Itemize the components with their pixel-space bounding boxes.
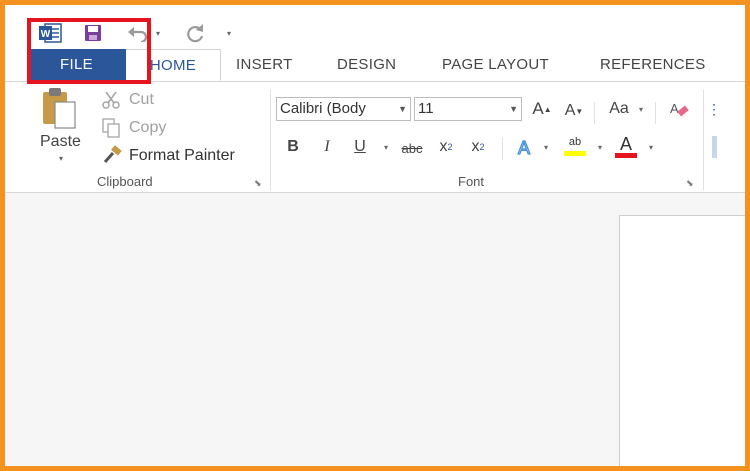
word-logo-icon[interactable]: W (37, 23, 63, 43)
grow-font-icon[interactable]: A ▲ (531, 97, 553, 121)
document-page[interactable] (619, 215, 745, 466)
clipboard-group-label: Clipboard (97, 174, 153, 189)
group-separator (703, 90, 704, 190)
font-color-dropdown-icon[interactable]: ▾ (646, 140, 656, 154)
save-icon[interactable] (82, 23, 104, 43)
chevron-down-icon[interactable]: ▼ (398, 98, 407, 120)
paste-dropdown-icon[interactable]: ▾ (59, 154, 63, 163)
change-case-button[interactable]: Aa (605, 97, 633, 121)
paste-icon[interactable] (39, 86, 79, 130)
font-size-value: 11 (418, 100, 434, 117)
font-name-value: Calibri (Body (280, 100, 366, 117)
font-color-letter: A (619, 133, 632, 154)
toolbar-separator (502, 138, 503, 160)
toolbar-separator (655, 102, 656, 124)
svg-text:A: A (518, 138, 530, 158)
word-window: W ▾ ▾ HOME FILE INSERT DESIGN PAGE LAYOU… (5, 5, 745, 466)
bold-button[interactable]: B (284, 136, 302, 158)
italic-button[interactable]: I (318, 136, 336, 158)
cut-icon[interactable] (100, 90, 122, 110)
format-painter-icon[interactable] (100, 145, 124, 165)
text-effects-icon[interactable]: A (514, 134, 538, 160)
undo-dropdown-icon[interactable]: ▾ (153, 23, 163, 43)
tab-insert[interactable]: INSERT (236, 49, 293, 81)
superscript-label: x (471, 138, 480, 155)
document-area[interactable] (5, 193, 745, 466)
superscript-button[interactable]: x2 (467, 136, 489, 158)
quick-access-toolbar: W ▾ ▾ (5, 11, 745, 45)
cut-button[interactable]: Cut (129, 91, 154, 109)
font-size-combo[interactable]: 11 ▼ (414, 97, 522, 121)
svg-text:W: W (41, 29, 51, 40)
font-launcher-icon[interactable]: ⬊ (686, 178, 694, 189)
copy-icon[interactable] (100, 118, 122, 138)
font-group-label: Font (458, 174, 485, 189)
tab-references[interactable]: REFERENCES (600, 49, 706, 81)
paragraph-group-edge (712, 136, 717, 158)
undo-icon[interactable] (125, 23, 151, 43)
underline-button[interactable]: U (351, 136, 369, 158)
font-color-swatch (615, 152, 637, 158)
clear-formatting-icon[interactable]: A (667, 98, 691, 120)
group-separator (270, 90, 271, 190)
copy-button[interactable]: Copy (129, 119, 166, 137)
font-name-combo[interactable]: Calibri (Body ▼ (276, 97, 411, 121)
tab-design[interactable]: DESIGN (337, 49, 396, 81)
clipboard-launcher-icon[interactable]: ⬊ (254, 178, 262, 189)
customize-qat-icon[interactable]: ▾ (224, 23, 234, 43)
toolbar-separator (594, 102, 595, 124)
highlight-dropdown-icon[interactable]: ▾ (595, 140, 605, 154)
text-effects-dropdown-icon[interactable]: ▾ (541, 140, 551, 154)
more-options-icon[interactable]: ⋮ (707, 96, 721, 122)
paste-button[interactable]: Paste (40, 133, 81, 151)
ribbon-home: Paste ▾ Cut Copy Format Painter Clipboar… (5, 82, 745, 193)
tab-page-layout[interactable]: PAGE LAYOUT (442, 49, 549, 81)
ribbon-tabs: HOME FILE INSERT DESIGN PAGE LAYOUT REFE… (5, 49, 745, 82)
highlight-label: ab (568, 136, 582, 148)
tab-file[interactable]: FILE (27, 49, 126, 81)
subscript-button[interactable]: x2 (435, 136, 457, 158)
tab-home[interactable]: HOME (125, 49, 221, 81)
underline-dropdown-icon[interactable]: ▾ (381, 140, 391, 154)
subscript-mark: 2 (447, 142, 453, 152)
strikethrough-button[interactable]: abc (397, 138, 427, 158)
superscript-mark: 2 (479, 142, 485, 152)
highlight-color-button[interactable]: ab (561, 132, 589, 160)
redo-icon[interactable] (183, 23, 207, 43)
shrink-font-icon[interactable]: A ▼ (563, 99, 585, 123)
subscript-label: x (439, 138, 448, 155)
chevron-down-icon[interactable]: ▼ (509, 98, 518, 120)
svg-text:A: A (670, 101, 679, 116)
highlight-swatch (564, 151, 586, 156)
format-painter-button[interactable]: Format Painter (129, 147, 235, 165)
font-color-button[interactable]: A (613, 132, 639, 160)
change-case-dropdown-icon[interactable]: ▾ (636, 102, 646, 116)
